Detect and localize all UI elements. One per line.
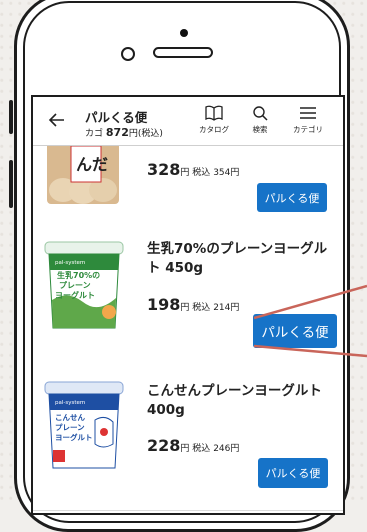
svg-text:ヨーグルト: ヨーグルト bbox=[55, 290, 95, 300]
product-card: pal-system 生乳70%の プレーン ヨーグルト 生乳70%のプレーンヨ… bbox=[33, 228, 343, 371]
product-name[interactable]: こんせんプレーンヨーグルト 400g bbox=[147, 382, 332, 420]
app-screen: パルくる便 カゴ 872円(税込) カタログ 検索 カテゴリ んだ 328円 税… bbox=[31, 95, 345, 515]
palkuru-add-button[interactable]: パルくる便 bbox=[253, 314, 337, 348]
phone-side-button bbox=[9, 160, 13, 208]
svg-text:pal-system: pal-system bbox=[55, 260, 85, 266]
product-image[interactable]: pal-system こんせん プレーン ヨーグルト bbox=[43, 380, 125, 472]
svg-text:んだ: んだ bbox=[76, 155, 108, 174]
back-arrow-icon[interactable] bbox=[47, 110, 67, 130]
cart-summary[interactable]: カゴ 872円(税込) bbox=[85, 126, 163, 139]
nav-label: カテゴリ bbox=[293, 125, 323, 134]
nav-label: 検索 bbox=[252, 125, 268, 134]
nav-search[interactable]: 検索 bbox=[237, 105, 283, 135]
product-price: 198円 税込 214円 bbox=[147, 295, 240, 314]
phone-side-button bbox=[9, 100, 13, 134]
cart-suffix: 円(税込) bbox=[128, 129, 163, 139]
cart-label: カゴ bbox=[85, 129, 104, 139]
product-image[interactable]: んだ bbox=[43, 142, 123, 208]
book-icon bbox=[205, 105, 223, 121]
product-name[interactable]: 生乳70%のプレーンヨーグルト 450g bbox=[147, 240, 332, 278]
svg-text:こんせん: こんせん bbox=[55, 413, 85, 422]
svg-text:プレーン: プレーン bbox=[59, 280, 91, 290]
product-price: 228円 税込 246円 bbox=[147, 436, 240, 455]
page-title: パルくる便 bbox=[85, 110, 148, 125]
camera-dot bbox=[180, 29, 188, 37]
app-header: パルくる便 カゴ 872円(税込) カタログ 検索 カテゴリ bbox=[33, 97, 343, 146]
svg-text:pal-system: pal-system bbox=[55, 400, 85, 406]
speaker-grill bbox=[153, 47, 213, 58]
palkuru-add-button[interactable]: パルくる便 bbox=[258, 458, 328, 488]
search-icon bbox=[253, 106, 268, 121]
front-camera-icon bbox=[121, 47, 135, 61]
svg-text:ヨーグルト: ヨーグルト bbox=[55, 432, 93, 442]
cart-amount: 872 bbox=[105, 126, 129, 139]
nav-catalog[interactable]: カタログ bbox=[191, 105, 237, 135]
product-image[interactable]: pal-system 生乳70%の プレーン ヨーグルト bbox=[43, 240, 125, 332]
palkuru-add-button[interactable]: パルくる便 bbox=[257, 183, 327, 212]
menu-icon bbox=[300, 107, 316, 119]
nav-category[interactable]: カテゴリ bbox=[285, 105, 331, 135]
product-card: pal-system こんせん プレーン ヨーグルト こんせんプレーンヨーグルト… bbox=[33, 370, 343, 511]
product-list: んだ 328円 税込 354円 パルくる便 pal-system 生乳70%の … bbox=[33, 106, 343, 513]
svg-text:プレーン: プレーン bbox=[55, 422, 85, 432]
nav-label: カタログ bbox=[199, 125, 229, 134]
svg-text:生乳70%の: 生乳70%の bbox=[57, 270, 100, 280]
product-price: 328円 税込 354円 bbox=[147, 160, 240, 179]
